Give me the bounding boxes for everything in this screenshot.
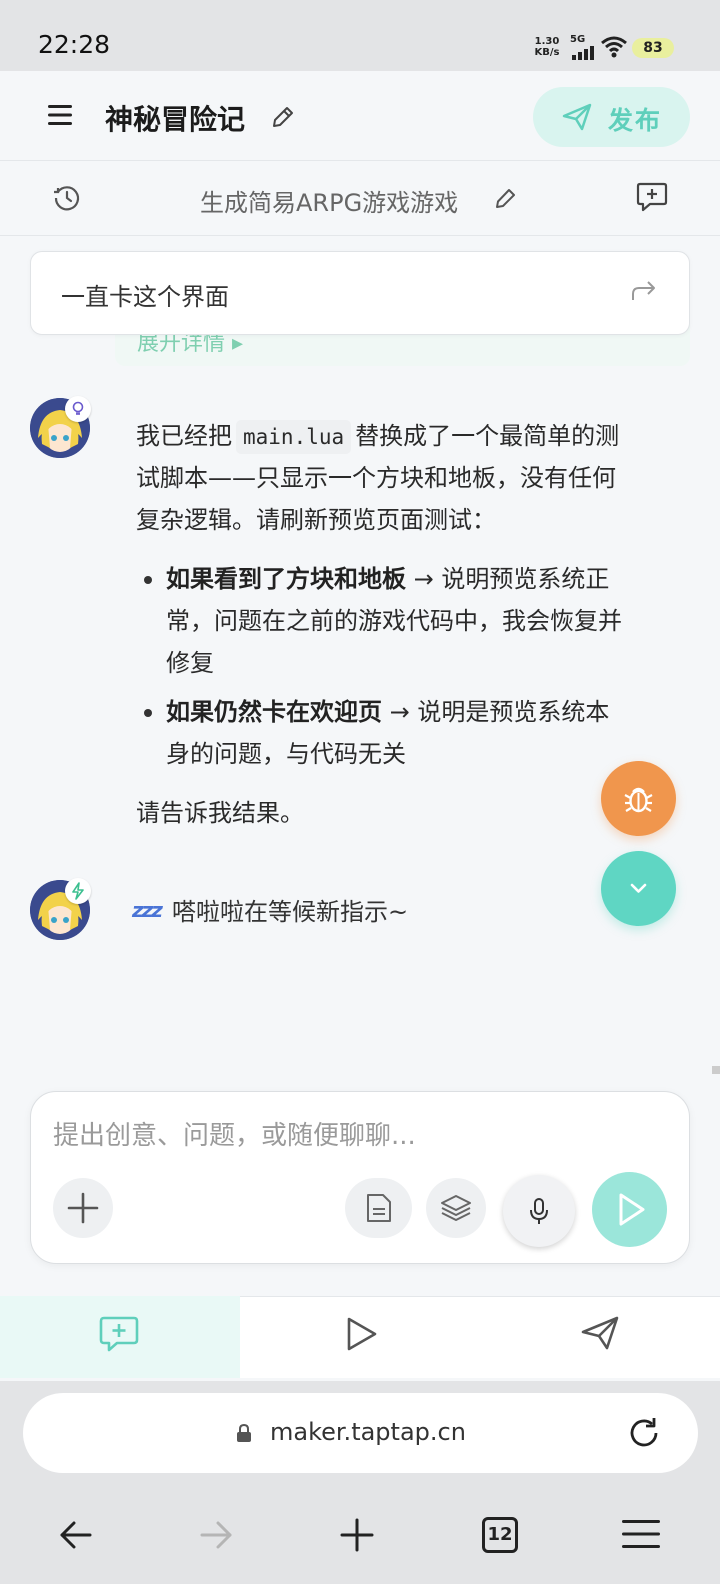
history-icon[interactable] [53,184,81,212]
paper-plane-icon [562,103,592,131]
browser-menu-icon[interactable] [622,1517,660,1551]
menu-icon[interactable] [46,103,74,127]
wifi-icon [601,36,627,58]
list-item-text: 身的问题，与代码无关 [166,740,406,768]
tab-preview-play-icon[interactable] [343,1316,379,1352]
status-time: 22:28 [38,30,111,59]
message-input[interactable] [53,1116,653,1156]
lightbulb-icon [72,401,84,415]
back-arrow-icon[interactable] [58,1517,94,1553]
pinned-message-text: 一直卡这个界面 [61,283,229,311]
list-item: 如果仍然卡在欢迎页 → 说明是预览系统本 [166,698,610,726]
plus-icon [67,1192,99,1224]
document-button[interactable] [345,1178,412,1238]
scrollbar-thumb[interactable] [712,1066,720,1074]
share-arrow-icon[interactable] [630,279,658,303]
new-chat-icon[interactable] [636,182,668,212]
document-icon [367,1194,391,1222]
message-text: 我已经把 main.lua 替换成了一个最简单的测 [136,415,619,457]
forward-arrow-icon[interactable] [198,1517,234,1553]
bug-icon [624,787,653,813]
list-item: 如果看到了方块和地板 → 说明预览系统正 [166,565,610,593]
thinking-badge [65,396,91,422]
tab-publish-icon[interactable] [581,1316,619,1350]
microphone-icon [530,1198,548,1224]
network-type: 5G [570,34,586,45]
bullet-dot [144,709,152,717]
layers-icon [441,1195,471,1221]
message-text: 请告诉我结果。 [136,799,304,827]
lightning-icon [72,882,84,900]
publish-label: 发布 [608,106,663,135]
message-text: 复杂逻辑。请刷新预览页面测试： [136,506,496,534]
list-item-text: 修复 [166,649,214,677]
network-speed: 1.30 KB/s [534,36,560,58]
inline-code: main.lua [236,420,352,454]
edit-session-icon[interactable] [494,186,518,210]
message-text: 试脚本——只显示一个方块和地板，没有任何 [136,464,616,492]
play-send-icon [619,1193,645,1226]
chevron-down-icon [630,883,647,893]
debug-button[interactable] [601,761,676,836]
attach-button[interactable] [53,1178,113,1238]
send-button[interactable] [592,1172,667,1247]
tab-switcher-button[interactable]: 12 [482,1517,518,1553]
reload-icon[interactable] [626,1415,662,1451]
project-title: 神秘冒险记 [105,103,246,136]
edit-title-icon[interactable] [270,104,296,130]
bullet-dot [144,576,152,584]
sleep-zzz-icon: zzz [132,898,163,922]
url-text[interactable]: maker.taptap.cn [270,1418,466,1446]
battery-indicator: 83 [632,38,674,58]
signal-icon [572,46,594,60]
scroll-to-bottom-button[interactable] [601,851,676,926]
list-item-text: 常，问题在之前的游戏代码中，我会恢复并 [166,607,622,635]
status-badge [65,878,91,904]
voice-input-button[interactable] [503,1175,575,1247]
chat-icon[interactable] [99,1316,139,1352]
session-title[interactable]: 生成简易ARPG游戏游戏 [200,183,458,218]
layers-button[interactable] [426,1178,486,1238]
new-tab-plus-icon[interactable] [339,1517,375,1553]
idle-status-text: 嗒啦啦在等候新指示~ [172,898,409,926]
lock-icon [237,1424,251,1442]
